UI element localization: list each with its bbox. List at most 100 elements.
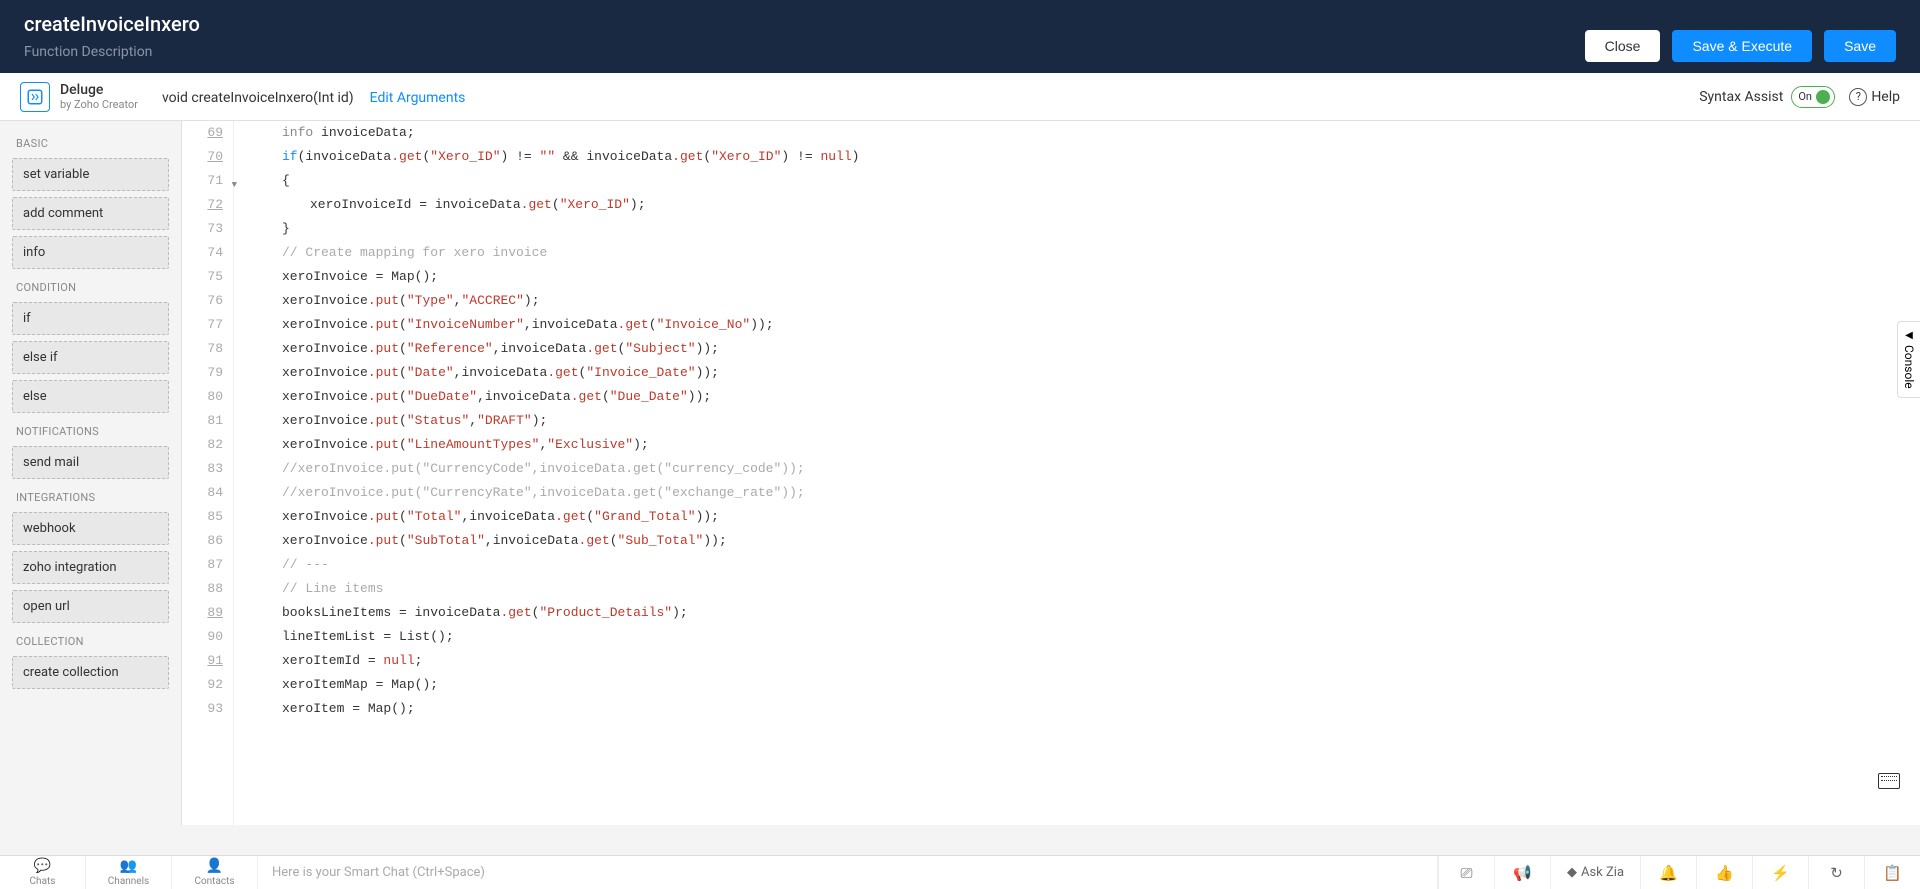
line-number[interactable]: 73 — [192, 217, 223, 241]
code-line[interactable]: //xeroInvoice.put("CurrencyRate",invoice… — [254, 481, 1920, 505]
fold-icon[interactable]: ▼ — [227, 173, 237, 183]
sidebar-snippet-item[interactable]: send mail — [12, 446, 169, 479]
line-number[interactable]: 84 — [192, 481, 223, 505]
line-number[interactable]: 69 — [192, 121, 223, 145]
close-button[interactable]: Close — [1585, 30, 1661, 62]
line-number[interactable]: 77 — [192, 313, 223, 337]
code-content[interactable]: info invoiceData;if(invoiceData.get("Xer… — [234, 121, 1920, 825]
line-number[interactable]: 89 — [192, 601, 223, 625]
help-label: Help — [1871, 89, 1900, 105]
code-editor[interactable]: 697071▼727374757677787980818283848586878… — [182, 121, 1920, 825]
code-line[interactable]: xeroInvoice.put("LineAmountTypes","Exclu… — [254, 433, 1920, 457]
sidebar-snippet-item[interactable]: info — [12, 236, 169, 269]
code-line[interactable]: xeroItemId = null; — [254, 649, 1920, 673]
code-line[interactable]: lineItemList = List(); — [254, 625, 1920, 649]
sidebar-snippet-item[interactable]: set variable — [12, 158, 169, 191]
toggle-knob — [1816, 90, 1830, 104]
zia-icon[interactable]: ⚡ — [1752, 856, 1808, 889]
keyboard-icon[interactable] — [1878, 773, 1900, 789]
thumbs-icon[interactable]: 👍 — [1696, 856, 1752, 889]
code-line[interactable]: xeroInvoice.put("Total",invoiceData.get(… — [254, 505, 1920, 529]
line-number[interactable]: 70 — [192, 145, 223, 169]
history-icon[interactable]: ↻ — [1808, 856, 1864, 889]
line-number[interactable]: 80 — [192, 385, 223, 409]
sub-header: Deluge by Zoho Creator void createInvoic… — [0, 73, 1920, 121]
footer-tab-channels[interactable]: 👥 Channels — [86, 856, 172, 889]
code-line[interactable]: info invoiceData; — [254, 121, 1920, 145]
header-bar: createInvoiceInxero Function Description… — [0, 0, 1920, 73]
line-number[interactable]: 72 — [192, 193, 223, 217]
syntax-assist-control: Syntax Assist On — [1699, 86, 1835, 108]
code-line[interactable]: if(invoiceData.get("Xero_ID") != "" && i… — [254, 145, 1920, 169]
help-icon: ? — [1849, 88, 1867, 106]
code-line[interactable]: // --- — [254, 553, 1920, 577]
code-line[interactable]: xeroInvoice.put("Date",invoiceData.get("… — [254, 361, 1920, 385]
line-number[interactable]: 81 — [192, 409, 223, 433]
line-number[interactable]: 85 — [192, 505, 223, 529]
screen-share-icon[interactable]: ⎚ — [1438, 856, 1494, 889]
line-number[interactable]: 79 — [192, 361, 223, 385]
sidebar-snippet-item[interactable]: add comment — [12, 197, 169, 230]
line-number[interactable]: 71▼ — [192, 169, 223, 193]
sub-header-right: Syntax Assist On ? Help — [1699, 86, 1900, 108]
sidebar-snippet-item[interactable]: if — [12, 302, 169, 335]
line-number[interactable]: 92 — [192, 673, 223, 697]
smart-chat-input[interactable]: Here is your Smart Chat (Ctrl+Space) — [258, 856, 1438, 889]
line-number[interactable]: 82 — [192, 433, 223, 457]
edit-arguments-link[interactable]: Edit Arguments — [370, 90, 466, 106]
channels-label: Channels — [108, 876, 149, 887]
code-line[interactable]: xeroInvoice.put("Reference",invoiceData.… — [254, 337, 1920, 361]
code-line[interactable]: xeroInvoice.put("Type","ACCREC"); — [254, 289, 1920, 313]
code-line[interactable]: xeroInvoice.put("DueDate",invoiceData.ge… — [254, 385, 1920, 409]
syntax-assist-toggle[interactable]: On — [1791, 86, 1835, 108]
line-number[interactable]: 74 — [192, 241, 223, 265]
ask-zia-button[interactable]: ◆Ask Zia — [1550, 856, 1640, 889]
footer-tab-contacts[interactable]: 👤 Contacts — [172, 856, 258, 889]
function-subtitle: Function Description — [24, 44, 200, 60]
code-line[interactable]: xeroItem = Map(); — [254, 697, 1920, 721]
sidebar-snippet-item[interactable]: zoho integration — [12, 551, 169, 584]
contacts-icon: 👤 — [206, 858, 223, 874]
code-line[interactable]: // Create mapping for xero invoice — [254, 241, 1920, 265]
contacts-label: Contacts — [194, 876, 234, 887]
footer-tab-chats[interactable]: 💬 Chats — [0, 856, 86, 889]
sidebar-snippet-item[interactable]: else — [12, 380, 169, 413]
line-number[interactable]: 91 — [192, 649, 223, 673]
line-number[interactable]: 90 — [192, 625, 223, 649]
line-number[interactable]: 86 — [192, 529, 223, 553]
save-button[interactable]: Save — [1824, 30, 1896, 62]
megaphone-icon[interactable]: 📢 — [1494, 856, 1550, 889]
sidebar-snippet-item[interactable]: open url — [12, 590, 169, 623]
save-execute-button[interactable]: Save & Execute — [1672, 30, 1812, 62]
help-link[interactable]: ? Help — [1849, 88, 1900, 106]
sidebar-snippet-item[interactable]: webhook — [12, 512, 169, 545]
code-line[interactable]: } — [254, 217, 1920, 241]
sidebar-snippet-item[interactable]: create collection — [12, 656, 169, 689]
line-number[interactable]: 75 — [192, 265, 223, 289]
line-number[interactable]: 88 — [192, 577, 223, 601]
sidebar-snippet-item[interactable]: else if — [12, 341, 169, 374]
line-number[interactable]: 78 — [192, 337, 223, 361]
code-line[interactable]: xeroItemMap = Map(); — [254, 673, 1920, 697]
line-number[interactable]: 93 — [192, 697, 223, 721]
code-line[interactable]: xeroInvoice = Map(); — [254, 265, 1920, 289]
line-number[interactable]: 87 — [192, 553, 223, 577]
notification-icon[interactable]: 🔔 — [1640, 856, 1696, 889]
smart-chat-placeholder: Here is your Smart Chat (Ctrl+Space) — [272, 865, 485, 880]
line-number[interactable]: 83 — [192, 457, 223, 481]
code-line[interactable]: xeroInvoice.put("Status","DRAFT"); — [254, 409, 1920, 433]
code-line[interactable]: { — [254, 169, 1920, 193]
code-line[interactable]: //xeroInvoice.put("CurrencyCode",invoice… — [254, 457, 1920, 481]
sub-header-left: Deluge by Zoho Creator void createInvoic… — [20, 82, 465, 112]
clipboard-icon[interactable]: 📋 — [1864, 856, 1920, 889]
code-line[interactable]: xeroInvoice.put("SubTotal",invoiceData.g… — [254, 529, 1920, 553]
line-gutter: 697071▼727374757677787980818283848586878… — [182, 121, 234, 825]
line-number[interactable]: 76 — [192, 289, 223, 313]
code-line[interactable]: // Line items — [254, 577, 1920, 601]
code-line[interactable]: xeroInvoice.put("InvoiceNumber",invoiceD… — [254, 313, 1920, 337]
console-toggle[interactable]: ◀ Console — [1897, 321, 1920, 398]
chat-icon: 💬 — [34, 858, 51, 874]
code-line[interactable]: booksLineItems = invoiceData.get("Produc… — [254, 601, 1920, 625]
code-line[interactable]: xeroInvoiceId = invoiceData.get("Xero_ID… — [254, 193, 1920, 217]
ask-zia-label: Ask Zia — [1581, 865, 1624, 880]
